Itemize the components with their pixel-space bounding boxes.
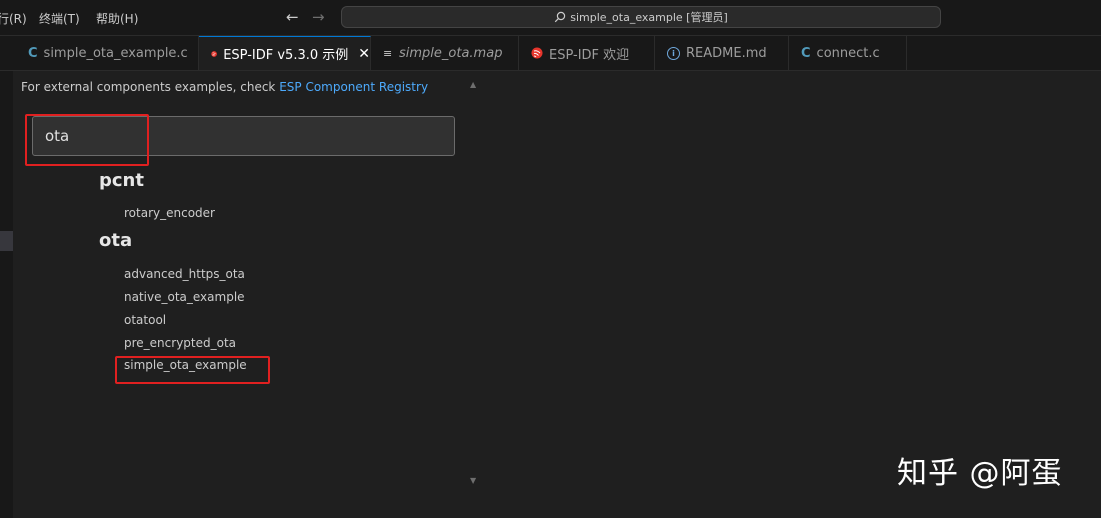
example-item-pre-encrypted-ota[interactable]: pre_encrypted_ota: [124, 336, 236, 350]
hint-text: For external components examples, check: [21, 80, 280, 94]
tab-connect-c[interactable]: C connect.c: [789, 36, 907, 70]
registry-hint: For external components examples, check …: [21, 80, 428, 94]
example-item-advanced-https-ota[interactable]: advanced_https_ota: [124, 267, 245, 281]
editor-tab-bar: C simple_ota_example.c ESP-IDF v5.3.0 示例…: [0, 36, 1101, 71]
tab-label: README.md: [686, 45, 767, 61]
tab-label: connect.c: [816, 45, 880, 61]
c-file-icon: C: [28, 45, 38, 61]
tab-simple-ota-example-c[interactable]: C simple_ota_example.c: [16, 36, 199, 70]
tab-esp-idf-welcome[interactable]: ESP-IDF 欢迎: [519, 36, 655, 70]
example-item-rotary-encoder[interactable]: rotary_encoder: [124, 206, 215, 220]
back-arrow-icon[interactable]: ←: [286, 8, 299, 26]
esp-idf-icon: [531, 47, 543, 59]
example-item-native-ota-example[interactable]: native_ota_example: [124, 290, 245, 304]
scroll-down-icon[interactable]: ▼: [470, 476, 476, 485]
example-item-otatool[interactable]: otatool: [124, 313, 166, 327]
gutter-highlight: [0, 231, 13, 251]
forward-arrow-icon[interactable]: →: [312, 8, 325, 26]
command-center-title: simple_ota_example [管理员]: [570, 11, 728, 24]
tab-esp-idf-examples[interactable]: ESP-IDF v5.3.0 示例 ✕: [199, 36, 371, 70]
search-highlight-box: [25, 114, 149, 166]
group-title-pcnt: pcnt: [99, 170, 144, 191]
title-bar: 行(R) 终端(T) 帮助(H) ← → simple_ota_example …: [0, 0, 1101, 36]
c-file-icon: C: [801, 45, 811, 61]
tab-simple-ota-map[interactable]: ≡ simple_ota.map: [371, 36, 519, 70]
tab-label: ESP-IDF 欢迎: [549, 47, 630, 63]
menu-terminal[interactable]: 终端(T): [39, 10, 80, 27]
selection-highlight-box: [115, 356, 270, 384]
esp-idf-icon: [211, 50, 217, 57]
tab-label: simple_ota_example.c: [43, 45, 188, 61]
search-icon: [555, 11, 566, 23]
close-icon[interactable]: ✕: [358, 46, 370, 62]
tab-label: ESP-IDF v5.3.0 示例: [223, 48, 349, 63]
menu-help[interactable]: 帮助(H): [96, 10, 138, 27]
watermark: 知乎 @阿蛋: [897, 456, 1063, 491]
tab-label: simple_ota.map: [399, 45, 503, 61]
scroll-up-icon[interactable]: ▲: [470, 80, 476, 89]
info-icon: i: [667, 46, 680, 60]
lines-file-icon: ≡: [383, 46, 393, 60]
component-registry-link[interactable]: ESP Component Registry: [279, 80, 428, 94]
menu-run[interactable]: 行(R): [0, 10, 27, 27]
group-title-ota: ota: [99, 230, 133, 251]
command-center[interactable]: simple_ota_example [管理员]: [341, 6, 941, 28]
tab-readme[interactable]: i README.md: [655, 36, 789, 70]
left-gutter: [0, 71, 13, 518]
